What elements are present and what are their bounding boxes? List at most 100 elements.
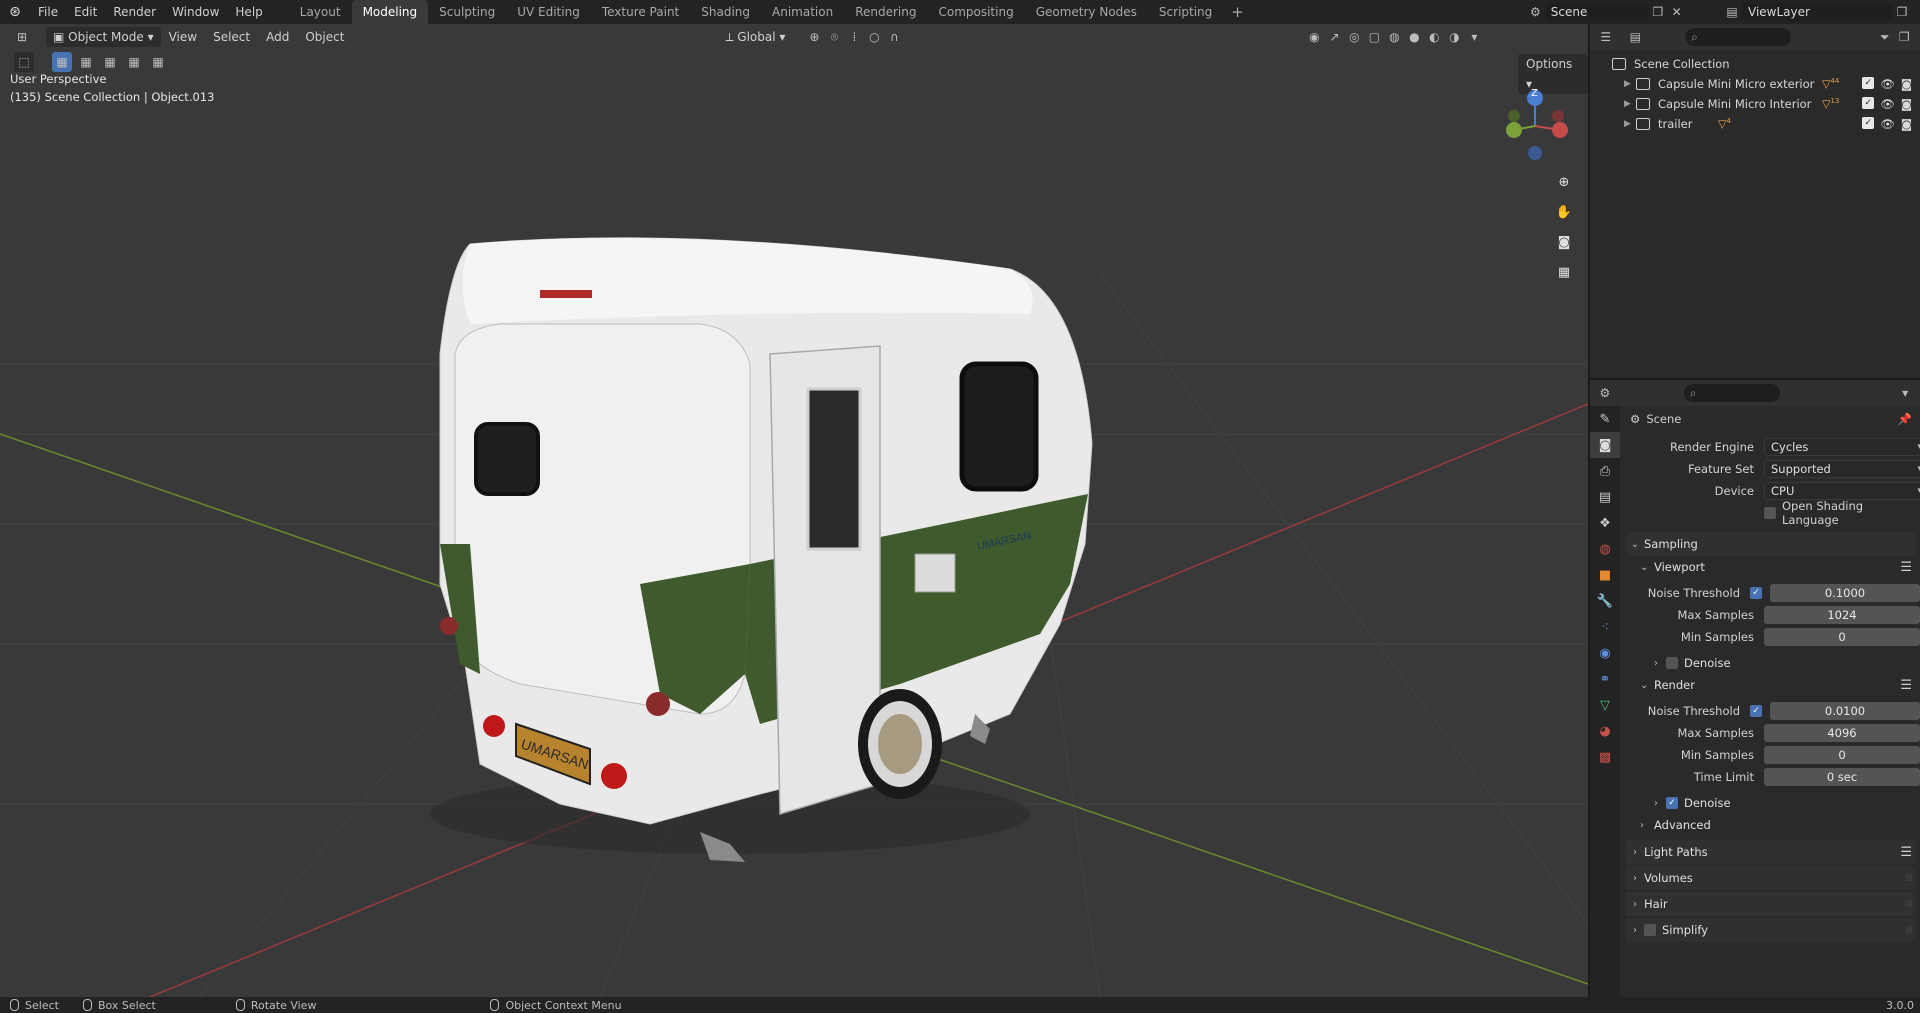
world-tab-icon[interactable]: ◍ bbox=[1590, 536, 1620, 562]
material-tab-icon[interactable]: ◕ bbox=[1590, 718, 1620, 744]
blender-logo-icon[interactable]: ⊛ bbox=[0, 4, 30, 20]
physics-tab-icon[interactable]: ◉ bbox=[1590, 640, 1620, 666]
tab-layout[interactable]: Layout bbox=[289, 0, 352, 24]
r-denoise-checkbox[interactable]: ✓ bbox=[1666, 797, 1678, 809]
time-limit-field[interactable]: 0 sec bbox=[1764, 768, 1920, 786]
exclude-checkbox[interactable]: ✓ bbox=[1862, 77, 1875, 89]
feature-set-select[interactable]: Supported ▾ bbox=[1764, 460, 1920, 478]
tab-geometry-nodes[interactable]: Geometry Nodes bbox=[1025, 0, 1148, 24]
scene-collection-row[interactable]: Scene Collection bbox=[1612, 54, 1920, 74]
tab-modeling[interactable]: Modeling bbox=[351, 0, 429, 24]
drag-grip-icon[interactable]: ⁞⁞⁞ bbox=[1905, 925, 1912, 936]
outliner-row[interactable]: ▶ Capsule Mini Micro Interior ▽13 ✓ 👁 ◙ bbox=[1612, 94, 1920, 114]
camera-render-icon[interactable]: ◙ bbox=[1901, 97, 1912, 111]
vp-denoise-subpanel[interactable]: › Denoise bbox=[1626, 652, 1916, 674]
filter-icon[interactable]: ⏷ bbox=[1875, 27, 1895, 47]
exclude-checkbox[interactable]: ✓ bbox=[1862, 117, 1875, 129]
select-tool-icon[interactable]: ⬚ bbox=[14, 52, 34, 72]
exclude-checkbox[interactable]: ✓ bbox=[1862, 97, 1875, 109]
menu-help[interactable]: Help bbox=[227, 0, 270, 24]
tab-compositing[interactable]: Compositing bbox=[927, 0, 1024, 24]
x-axis-ball[interactable] bbox=[1552, 122, 1568, 138]
select-invert-icon[interactable]: ▦ bbox=[124, 52, 144, 72]
simplify-checkbox[interactable] bbox=[1644, 924, 1656, 936]
vp-noise-checkbox[interactable]: ✓ bbox=[1750, 587, 1762, 599]
render-engine-select[interactable]: Cycles ▾ bbox=[1764, 438, 1920, 456]
copy-icon[interactable]: ❐ bbox=[1649, 2, 1668, 22]
r-min-field[interactable]: 0 bbox=[1764, 746, 1920, 764]
display-mode-icon[interactable]: ▤ bbox=[1626, 27, 1646, 47]
viewport-subpanel-header[interactable]: ⌄ Viewport ☰ bbox=[1626, 556, 1916, 578]
scene-selector[interactable]: ⚙ Scene ❐ ✕ bbox=[1526, 2, 1686, 22]
vp-max-field[interactable]: 1024 bbox=[1764, 606, 1920, 624]
data-tab-icon[interactable]: ▽ bbox=[1590, 692, 1620, 718]
tab-uv-editing[interactable]: UV Editing bbox=[506, 0, 591, 24]
select-new-icon[interactable]: ▦ bbox=[52, 52, 72, 72]
select-intersect-icon[interactable]: ▦ bbox=[148, 52, 168, 72]
menu-edit[interactable]: Edit bbox=[66, 0, 105, 24]
render-tab-icon[interactable]: ◙ bbox=[1590, 432, 1620, 458]
falloff-icon[interactable]: ∩ bbox=[884, 27, 904, 47]
tab-shading[interactable]: Shading bbox=[690, 0, 761, 24]
expand-arrow-icon[interactable]: ▶ bbox=[1624, 119, 1636, 129]
mode-selector[interactable]: ▣ Object Mode ▾ bbox=[46, 27, 161, 47]
outliner-editor-icon[interactable]: ☰ bbox=[1596, 27, 1616, 47]
pivot-icon[interactable]: ⊕ bbox=[804, 27, 824, 47]
expand-arrow-icon[interactable]: ▶ bbox=[1624, 79, 1636, 89]
viewport-scene[interactable]: UMARSAN UMARSAN bbox=[0, 24, 1588, 997]
overlays-icon[interactable]: ◎ bbox=[1344, 27, 1364, 47]
pan-hand-icon[interactable]: ✋ bbox=[1552, 200, 1576, 224]
chevron-down-icon[interactable]: ▾ bbox=[1896, 383, 1914, 403]
tab-animation[interactable]: Animation bbox=[761, 0, 844, 24]
sampling-panel-header[interactable]: ⌄ Sampling bbox=[1626, 532, 1916, 556]
menu-file[interactable]: File bbox=[30, 0, 66, 24]
volumes-panel-header[interactable]: › Volumes ⁞⁞⁞ bbox=[1626, 866, 1916, 890]
solid-shading-icon[interactable]: ● bbox=[1404, 27, 1424, 47]
proportional-edit-icon[interactable]: ○ bbox=[864, 27, 884, 47]
eye-icon[interactable]: 👁 bbox=[1880, 97, 1895, 111]
properties-editor-icon[interactable]: ⚙ bbox=[1596, 383, 1614, 403]
expand-arrow-icon[interactable]: ▶ bbox=[1624, 99, 1636, 109]
camera-render-icon[interactable]: ◙ bbox=[1901, 117, 1912, 131]
new-collection-icon[interactable]: ❐ bbox=[1894, 27, 1914, 47]
texture-tab-icon[interactable]: ▩ bbox=[1590, 744, 1620, 770]
r-noise-checkbox[interactable]: ✓ bbox=[1750, 705, 1762, 717]
snap-target-icon[interactable]: ⁞ bbox=[844, 27, 864, 47]
camera-render-icon[interactable]: ◙ bbox=[1901, 77, 1912, 91]
snap-icon[interactable]: ⌾ bbox=[824, 27, 844, 47]
xray-icon[interactable]: ▢ bbox=[1364, 27, 1384, 47]
y-axis-ball[interactable] bbox=[1506, 122, 1522, 138]
menu-view[interactable]: View bbox=[161, 27, 205, 47]
menu-select[interactable]: Select bbox=[205, 27, 258, 47]
copy-icon[interactable]: ❐ bbox=[1892, 2, 1912, 22]
outliner-row[interactable]: ▶ Capsule Mini Micro exterior ▽44 ✓ 👁 ◙ bbox=[1612, 74, 1920, 94]
perspective-grid-icon[interactable]: ▦ bbox=[1552, 260, 1576, 284]
transform-orientation-selector[interactable]: ⟂ Global ▾ bbox=[718, 27, 792, 47]
presets-list-icon[interactable]: ☰ bbox=[1900, 560, 1912, 575]
select-extend-icon[interactable]: ▦ bbox=[76, 52, 96, 72]
tab-texture-paint[interactable]: Texture Paint bbox=[591, 0, 690, 24]
add-workspace-button[interactable]: + bbox=[1223, 0, 1252, 24]
presets-list-icon[interactable]: ☰ bbox=[1900, 678, 1912, 693]
view-layer-tab-icon[interactable]: ▤ bbox=[1590, 484, 1620, 510]
gizmo-icon[interactable]: ↗ bbox=[1324, 27, 1344, 47]
r-denoise-subpanel[interactable]: › ✓ Denoise bbox=[1626, 792, 1916, 814]
tab-rendering[interactable]: Rendering bbox=[844, 0, 927, 24]
material-shading-icon[interactable]: ◐ bbox=[1424, 27, 1444, 47]
presets-list-icon[interactable]: ☰ bbox=[1900, 845, 1912, 860]
outliner-row[interactable]: ▶ trailer ▽4 ✓ 👁 ◙ bbox=[1612, 114, 1920, 134]
outliner-search-input[interactable]: ⌕ bbox=[1685, 28, 1791, 46]
render-subpanel-header[interactable]: ⌄ Render ☰ bbox=[1626, 674, 1916, 696]
camera-icon[interactable]: ◙ bbox=[1552, 230, 1576, 254]
menu-window[interactable]: Window bbox=[164, 0, 227, 24]
menu-render[interactable]: Render bbox=[105, 0, 164, 24]
scene-name-field[interactable]: Scene bbox=[1544, 3, 1649, 21]
visibility-icon[interactable]: ◉ bbox=[1304, 27, 1324, 47]
output-tab-icon[interactable]: ⎙ bbox=[1590, 458, 1620, 484]
particles-tab-icon[interactable]: ⁖ bbox=[1590, 614, 1620, 640]
menu-object[interactable]: Object bbox=[297, 27, 352, 47]
drag-grip-icon[interactable]: ⁞⁞⁞ bbox=[1905, 899, 1912, 910]
editor-type-icon[interactable]: ⊞ bbox=[12, 27, 32, 47]
osl-checkbox[interactable] bbox=[1764, 507, 1776, 519]
view-layer-field[interactable]: ViewLayer bbox=[1742, 3, 1892, 21]
